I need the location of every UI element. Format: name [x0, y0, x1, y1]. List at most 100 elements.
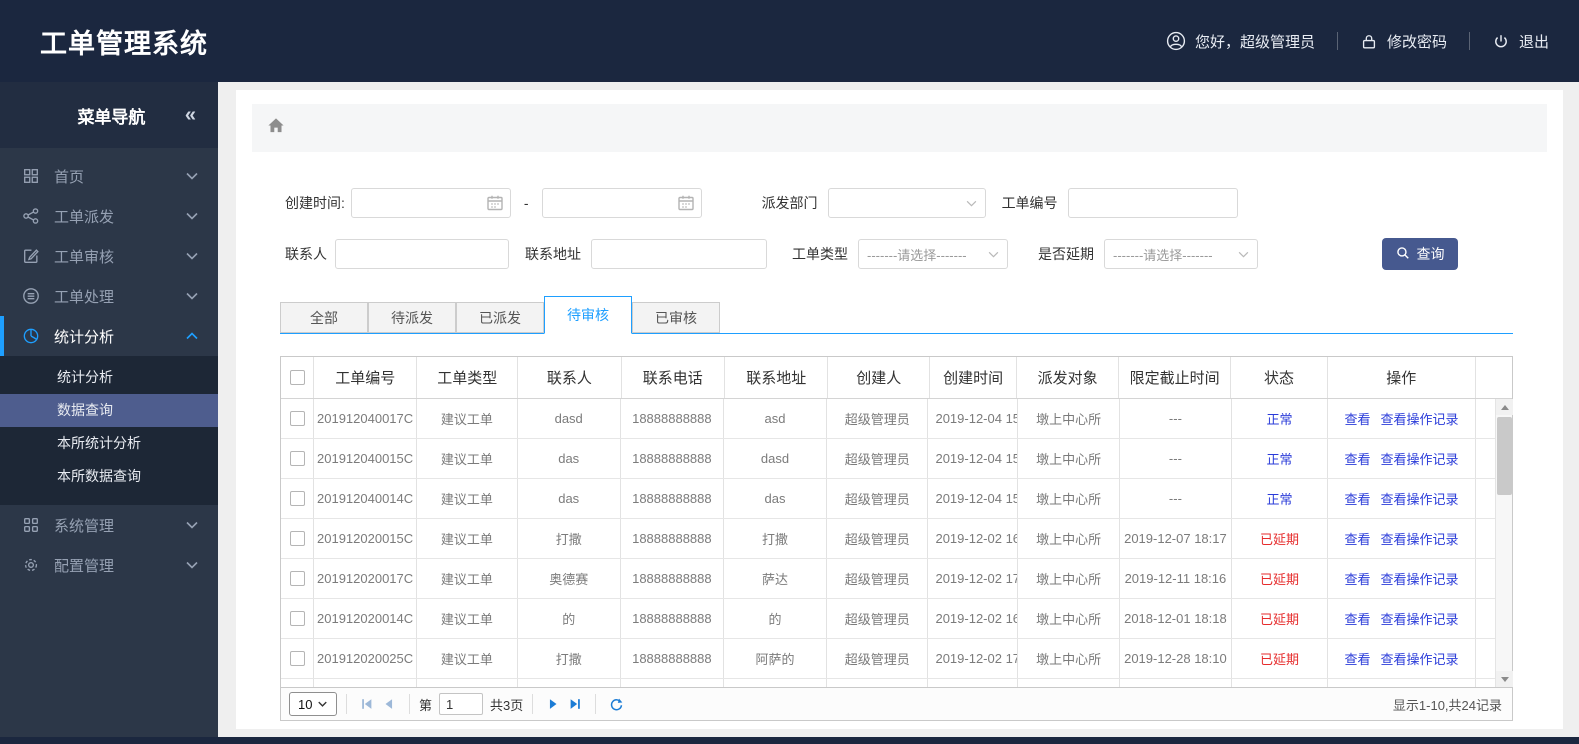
sidebar-item-config[interactable]: 配置管理 [0, 545, 218, 585]
cell-creator: 超级管理员 [826, 639, 927, 678]
scrollbar-thumb[interactable] [1497, 417, 1512, 495]
view-log-link[interactable]: 查看操作记录 [1380, 569, 1458, 588]
sidebar-item-label: 配置管理 [54, 557, 115, 575]
last-page-button[interactable] [564, 693, 586, 715]
cell-address [722, 679, 826, 687]
sidebar-item-review[interactable]: 工单审核 [0, 236, 218, 276]
sidebar-item-statistics[interactable]: 统计分析 [0, 316, 218, 356]
cell-created-time: 2019-12-02 17 [927, 559, 1017, 598]
table-row[interactable]: 201912020014C 建议工单 的 18888888888 的 超级管理员… [281, 599, 1512, 639]
view-link[interactable]: 查看 [1344, 649, 1370, 668]
page-size-select[interactable]: 10 [289, 692, 337, 716]
change-password-button[interactable]: 修改密码 [1360, 31, 1447, 52]
table-row[interactable]: 201912020025C 建议工单 打撒 18888888888 阿萨的 超级… [281, 639, 1512, 679]
scroll-down-arrow[interactable] [1496, 671, 1513, 687]
edit-icon [22, 247, 41, 266]
tab-reviewed[interactable]: 已审核 [632, 302, 720, 333]
scroll-up-arrow[interactable] [1496, 399, 1513, 415]
cell-creator [826, 679, 927, 687]
sidebar-subitem-local-data-query[interactable]: 本所数据查询 [0, 460, 218, 493]
cell-creator: 超级管理员 [826, 599, 927, 638]
sidebar-item-system[interactable]: 系统管理 [0, 505, 218, 545]
cell-deadline [1118, 679, 1231, 687]
next-page-button[interactable] [542, 693, 564, 715]
table-row[interactable] [281, 679, 1512, 687]
refresh-button[interactable] [605, 693, 627, 715]
row-checkbox[interactable] [289, 411, 305, 426]
order-type-select[interactable]: -------请选择------- [858, 239, 1008, 269]
cell-contact: 奥德赛 [516, 559, 620, 598]
sidebar-subitem-data-query[interactable]: 数据查询 [0, 394, 218, 427]
select-all-checkbox[interactable] [289, 370, 305, 385]
view-log-link[interactable]: 查看操作记录 [1380, 529, 1458, 548]
view-log-link[interactable]: 查看操作记录 [1380, 649, 1458, 668]
create-time-end-input[interactable] [541, 188, 702, 218]
prev-page-button[interactable] [378, 693, 400, 715]
table-row[interactable]: 201912040017C 建议工单 dasd 18888888888 asd … [281, 399, 1512, 439]
table-row[interactable]: 201912020015C 建议工单 打撒 18888888888 打撒 超级管… [281, 519, 1512, 559]
contact-input[interactable] [335, 239, 509, 269]
home-icon[interactable] [266, 116, 286, 140]
row-checkbox[interactable] [289, 571, 305, 586]
calendar-icon[interactable] [486, 194, 504, 215]
cell-address: das [722, 479, 826, 518]
table-row[interactable]: 201912040015C 建议工单 das 18888888888 dasd … [281, 439, 1512, 479]
view-link[interactable]: 查看 [1344, 529, 1370, 548]
search-button[interactable]: 查询 [1382, 238, 1458, 270]
cell-created-time: 2019-12-04 15 [927, 479, 1017, 518]
view-link[interactable]: 查看 [1344, 569, 1370, 588]
cell-order-no: 201912020015C [313, 519, 416, 558]
row-checkbox[interactable] [289, 611, 305, 626]
tab-dispatched[interactable]: 已派发 [456, 302, 544, 333]
cell-order-type: 建议工单 [416, 399, 516, 438]
sidebar: 菜单导航 « 首页 工单派发 工单审核 工单处理 统计分析 统计分析 数据查询 … [0, 82, 218, 737]
table-header-row: 工单编号 工单类型 联系人 联系电话 联系地址 创建人 创建时间 派发对象 限定… [281, 357, 1512, 399]
view-link[interactable]: 查看 [1344, 409, 1370, 428]
cell-phone: 18888888888 [619, 639, 723, 678]
modules-icon [22, 516, 41, 535]
view-link[interactable]: 查看 [1344, 609, 1370, 628]
tab-pending-dispatch[interactable]: 待派发 [368, 302, 456, 333]
dispatch-dept-select[interactable] [827, 188, 986, 218]
cell-phone: 18888888888 [619, 399, 723, 438]
dispatch-dept-label: 派发部门 [761, 195, 818, 211]
row-checkbox[interactable] [289, 491, 305, 506]
row-checkbox[interactable] [289, 651, 305, 666]
first-page-button[interactable] [356, 693, 378, 715]
view-log-link[interactable]: 查看操作记录 [1380, 449, 1458, 468]
cell-dispatch-target: 墩上中心所 [1017, 639, 1118, 678]
view-link[interactable]: 查看 [1344, 489, 1370, 508]
filter-panel: 创建时间: - 派发部门 工单编号 联系人 联系地址 工单类型 -------请… [285, 188, 1513, 270]
calendar-icon[interactable] [677, 194, 695, 215]
tab-all[interactable]: 全部 [280, 302, 368, 333]
view-link[interactable]: 查看 [1344, 449, 1370, 468]
chevron-down-icon [186, 561, 198, 569]
address-input[interactable] [591, 239, 767, 269]
view-log-link[interactable]: 查看操作记录 [1380, 609, 1458, 628]
cell-dispatch-target: 墩上中心所 [1017, 479, 1118, 518]
sidebar-subitem-statistics-analysis[interactable]: 统计分析 [0, 361, 218, 394]
sidebar-collapse-icon[interactable]: « [185, 105, 196, 125]
column-header: 状态 [1230, 357, 1326, 398]
logout-button[interactable]: 退出 [1492, 31, 1549, 52]
sidebar-subitem-local-statistics[interactable]: 本所统计分析 [0, 427, 218, 460]
pager-divider [595, 694, 597, 714]
user-greeting[interactable]: 您好，超级管理员 [1166, 31, 1315, 52]
tab-pending-review[interactable]: 待审核 [544, 296, 632, 334]
table-scrollbar[interactable] [1495, 399, 1513, 687]
sidebar-item-process[interactable]: 工单处理 [0, 276, 218, 316]
order-no-input[interactable] [1067, 188, 1238, 218]
delay-select[interactable]: -------请选择------- [1104, 239, 1258, 269]
page-number-input[interactable] [439, 693, 484, 715]
view-log-link[interactable]: 查看操作记录 [1380, 489, 1458, 508]
sidebar-item-dispatch[interactable]: 工单派发 [0, 196, 218, 236]
sidebar-item-home[interactable]: 首页 [0, 156, 218, 196]
row-checkbox[interactable] [289, 451, 305, 466]
table-row[interactable]: 201912020017C 建议工单 奥德赛 18888888888 萨达 超级… [281, 559, 1512, 599]
table-row[interactable]: 201912040014C 建议工单 das 18888888888 das 超… [281, 479, 1512, 519]
create-time-start-input[interactable] [350, 188, 511, 218]
view-log-link[interactable]: 查看操作记录 [1380, 409, 1458, 428]
cell-creator: 超级管理员 [826, 559, 927, 598]
row-checkbox[interactable] [289, 531, 305, 546]
chevron-down-icon [186, 521, 198, 529]
